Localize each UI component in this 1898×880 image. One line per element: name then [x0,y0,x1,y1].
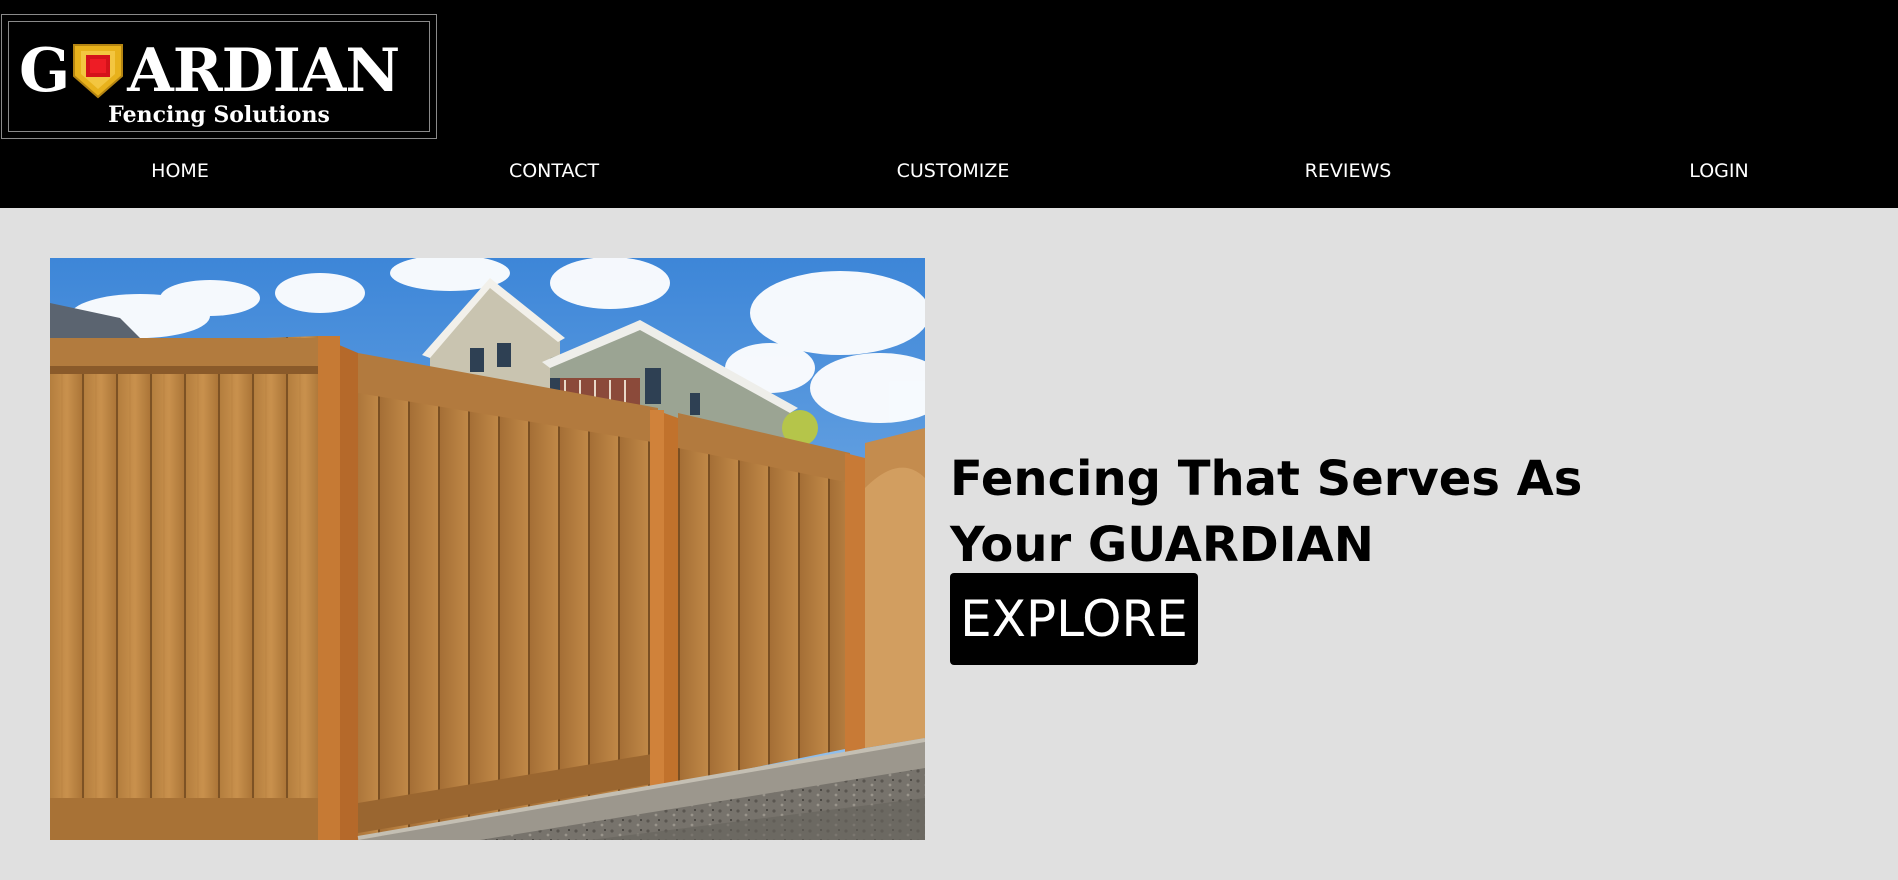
nav-contact[interactable]: CONTACT [509,160,599,182]
fence-illustration [50,258,925,840]
nav-login[interactable]: LOGIN [1689,160,1748,182]
explore-button[interactable]: EXPLORE [950,573,1198,665]
nav-reviews[interactable]: REVIEWS [1305,160,1392,182]
site-logo[interactable]: G ARDIAN Fencing Solutions [1,14,437,139]
logo-word-right: ARDIAN [127,36,400,106]
logo-word-left: G [19,36,70,106]
hero-fence-image [50,258,925,840]
main-nav: HOME CONTACT CUSTOMIZE REVIEWS LOGIN [0,150,1898,192]
shield-icon [73,44,124,99]
logo-frame: G ARDIAN Fencing Solutions [8,21,430,132]
logo-subtitle: Fencing Solutions [108,102,330,128]
nav-home[interactable]: HOME [151,160,209,182]
nav-customize[interactable]: CUSTOMIZE [897,160,1010,182]
hero-heading: Fencing That Serves As Your GUARDIAN [950,451,1583,573]
logo-wordmark: G ARDIAN [19,36,400,106]
site-header: G ARDIAN Fencing Solutions HOME CONTACT … [0,0,1898,208]
